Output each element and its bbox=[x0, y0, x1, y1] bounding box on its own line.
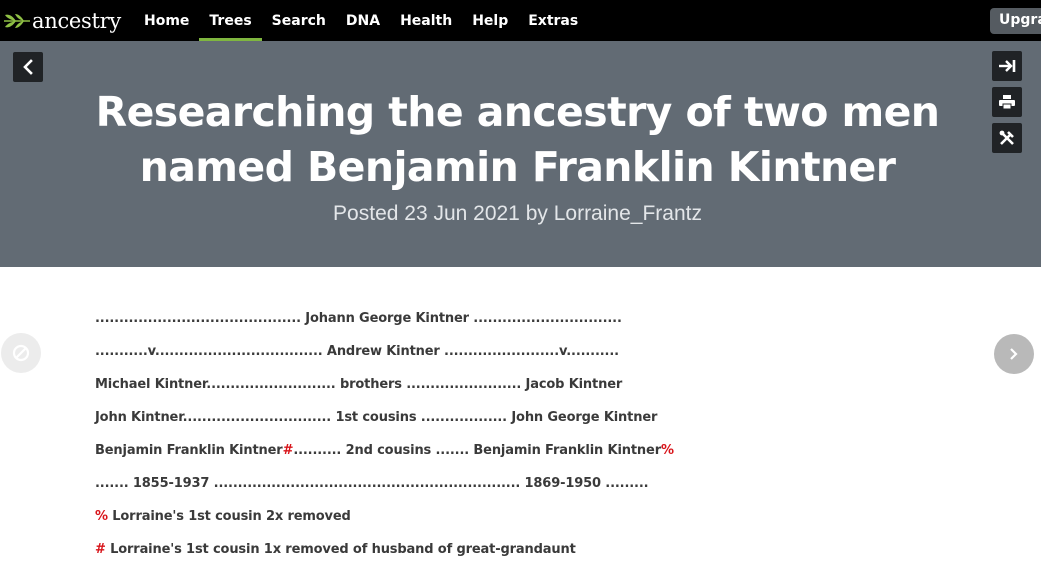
chevron-left-icon bbox=[23, 59, 33, 75]
nav-trees[interactable]: Trees bbox=[199, 0, 262, 41]
post-header: Researching the ancestry of two men name… bbox=[0, 41, 1041, 267]
next-post-button[interactable] bbox=[994, 334, 1034, 374]
footnote-percent-text: Lorraine's 1st cousin 2x removed bbox=[107, 509, 351, 524]
nav-home[interactable]: Home bbox=[134, 0, 199, 41]
nav-search[interactable]: Search bbox=[262, 0, 336, 41]
disabled-icon bbox=[12, 344, 30, 362]
page-title: Researching the ancestry of two men name… bbox=[95, 88, 940, 191]
collapse-panel-button[interactable] bbox=[992, 51, 1022, 81]
footnote-hash-text: Lorraine's 1st cousin 1x removed of husb… bbox=[105, 542, 576, 557]
tools-icon bbox=[999, 130, 1014, 145]
post-byline: Posted 23 Jun 2021 by Lorraine_Frantz bbox=[333, 202, 702, 225]
ancestry-logo[interactable]: ancestry bbox=[3, 8, 121, 34]
percent-marker: % bbox=[660, 443, 674, 458]
footnote-percent-marker: % bbox=[95, 509, 108, 524]
side-toolbar bbox=[992, 51, 1022, 159]
tree-line-6: ....... 1855-1937 ......................… bbox=[95, 476, 649, 491]
hash-marker: # bbox=[282, 443, 294, 458]
chevron-right-icon bbox=[1010, 348, 1018, 360]
tree-line-3: Michael Kintner.........................… bbox=[95, 377, 623, 392]
print-button[interactable] bbox=[992, 87, 1022, 117]
nav-extras[interactable]: Extras bbox=[518, 0, 588, 41]
nav-health[interactable]: Health bbox=[390, 0, 462, 41]
tree-line-1: ........................................… bbox=[95, 311, 622, 326]
footnote-hash: # Lorraine's 1st cousin 1x removed of hu… bbox=[95, 540, 955, 572]
back-button[interactable] bbox=[13, 52, 43, 82]
footnote-hash-marker: # bbox=[95, 542, 106, 557]
tree-line-2: ...........v............................… bbox=[95, 344, 619, 359]
previous-post-button-disabled[interactable] bbox=[1, 333, 41, 373]
tools-button[interactable] bbox=[992, 123, 1022, 153]
main-nav: Home Trees Search DNA Health Help Extras bbox=[134, 0, 588, 41]
leaf-logo-icon bbox=[4, 14, 30, 28]
brand-name: ancestry bbox=[32, 8, 121, 33]
collapse-to-right-icon bbox=[999, 60, 1016, 72]
tree-line-4: John Kintner............................… bbox=[95, 410, 658, 425]
tree-line-5: Benjamin Franklin Kintner#.......... 2nd… bbox=[95, 441, 955, 474]
print-icon bbox=[999, 95, 1015, 110]
nav-help[interactable]: Help bbox=[462, 0, 518, 41]
footnote-percent: % Lorraine's 1st cousin 2x removed bbox=[95, 507, 955, 540]
post-body: ........................................… bbox=[95, 309, 955, 572]
middle-text: .......... 2nd cousins ....... Benjamin … bbox=[293, 443, 661, 458]
upgrade-button[interactable]: Upgra bbox=[990, 8, 1041, 34]
top-navigation-bar: ancestry Home Trees Search DNA Health He… bbox=[0, 0, 1041, 41]
nav-dna[interactable]: DNA bbox=[336, 0, 390, 41]
left-name: Benjamin Franklin Kintner bbox=[95, 443, 283, 458]
